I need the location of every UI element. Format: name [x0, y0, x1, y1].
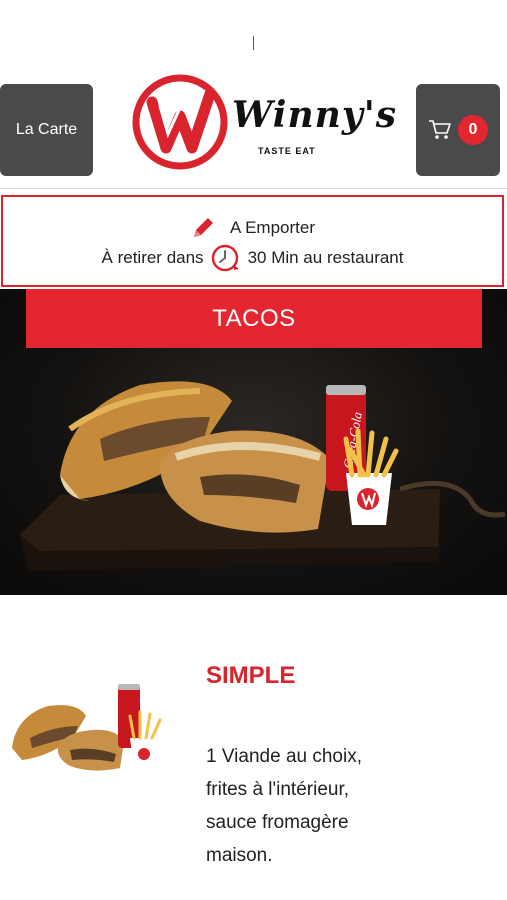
product-name: SIMPLE — [206, 662, 296, 689]
product-description: 1 Viande au choix, frites à l'intérieur,… — [206, 746, 362, 866]
order-mode-panel[interactable]: A Emporter À retirer dans 30 Min au rest… — [1, 195, 504, 287]
la-carte-button[interactable]: La Carte — [0, 84, 93, 176]
status-indicator — [253, 36, 254, 50]
logo-w-emblem-icon — [132, 74, 228, 170]
header-divider — [0, 188, 507, 189]
category-hero: TACOS Coca-Cola — [0, 289, 507, 595]
brand-logo[interactable]: Winny's TASTE EAT — [130, 72, 396, 172]
la-carte-label: La Carte — [15, 121, 78, 138]
cart-icon — [429, 120, 451, 139]
tacos-hero-image: Coca-Cola — [20, 381, 506, 571]
brand-tagline: TASTE EAT — [258, 146, 316, 156]
pickup-prefix: À retirer dans — [101, 248, 204, 267]
clock-icon — [211, 244, 239, 272]
product-thumbnail — [12, 684, 162, 771]
pickup-time-text: 30 Min au restaurant — [247, 248, 404, 267]
cart-button[interactable]: 0 — [416, 84, 500, 176]
brand-name: Winny's — [232, 94, 398, 136]
cart-count-badge: 0 — [458, 115, 488, 145]
order-mode-label: A Emporter — [229, 218, 316, 237]
pencil-icon — [193, 218, 213, 237]
